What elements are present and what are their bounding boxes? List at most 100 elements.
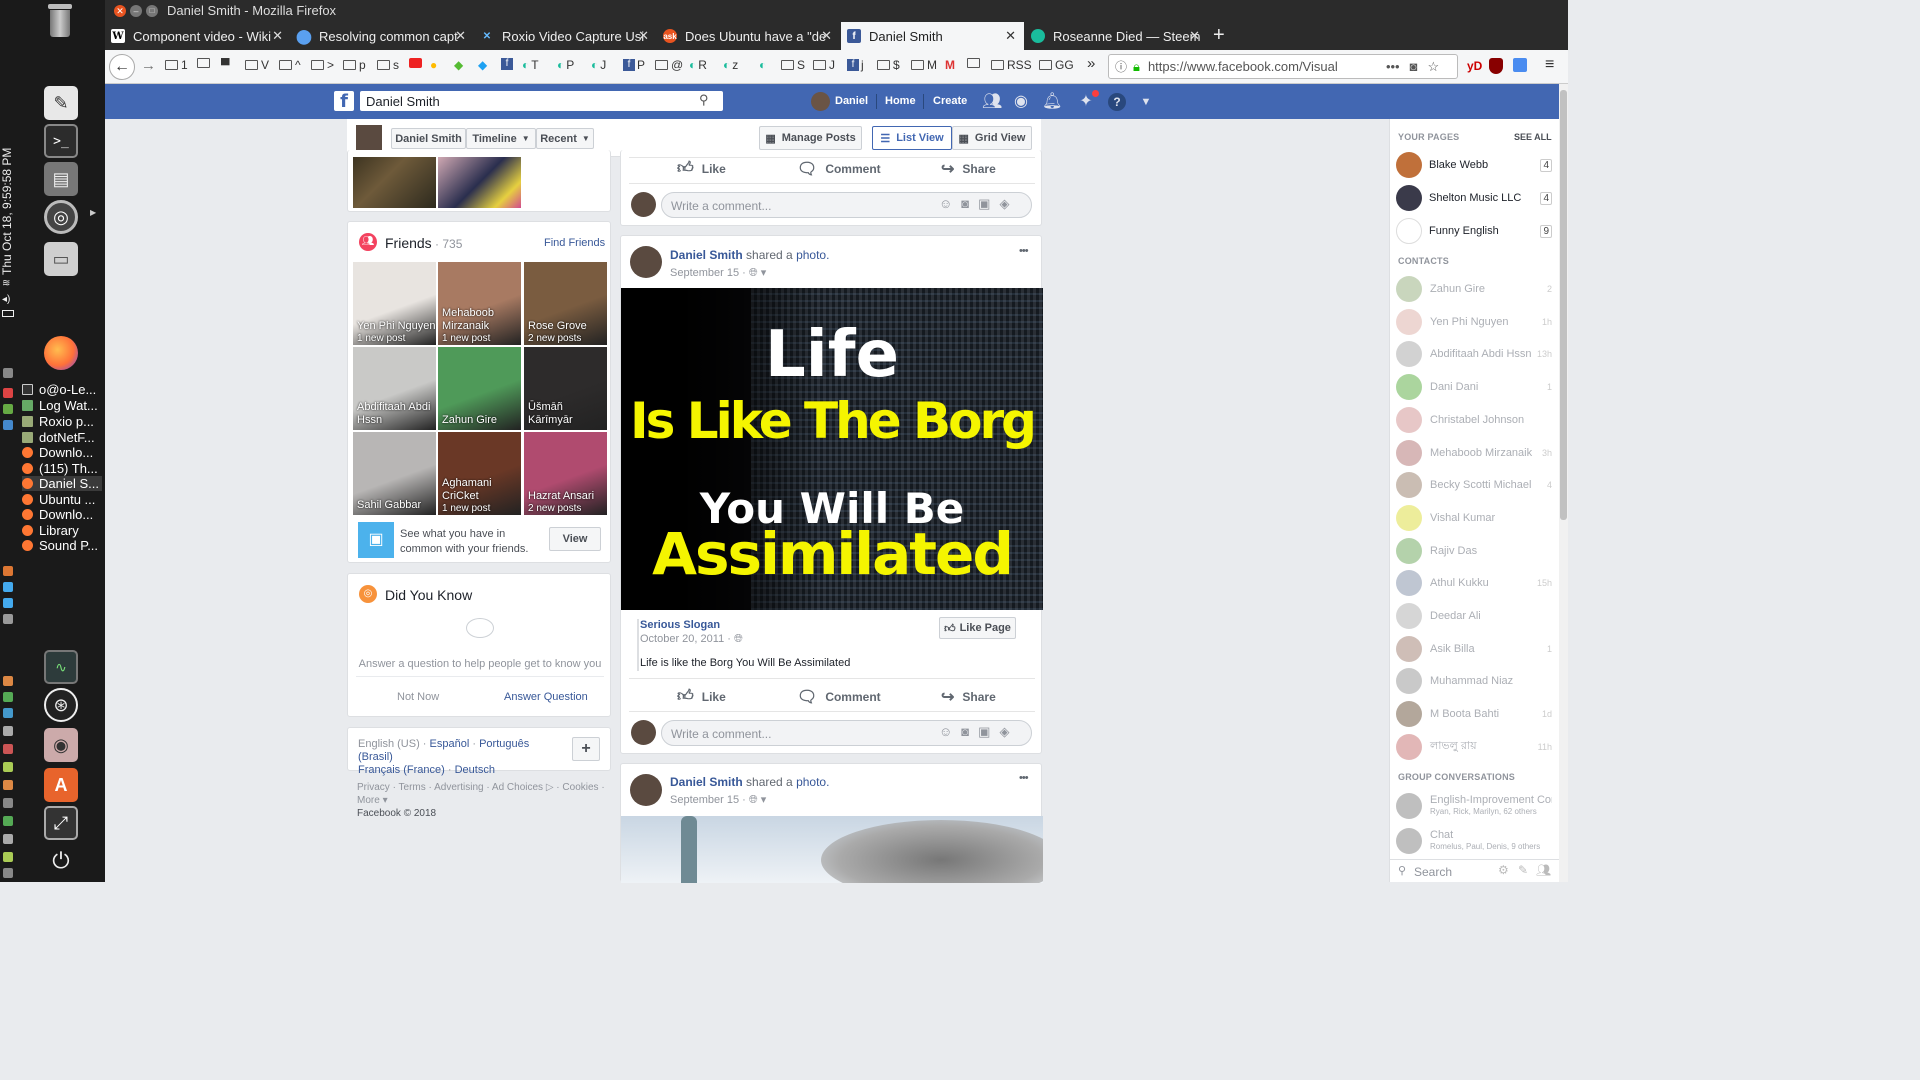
bookmark-folder[interactable]: GG (1039, 58, 1074, 72)
friend-tile[interactable]: Sahil Gabbar (353, 432, 436, 515)
tab-roxio[interactable]: ✕ Roxio Video Capture Usi ✕ (474, 22, 657, 50)
like-button[interactable]: 👍︎ Like (677, 687, 726, 706)
contact-item[interactable]: Muhammad Niaz (1396, 668, 1552, 695)
comment-button[interactable]: 🗨︎ Comment (797, 687, 881, 707)
camera-icon[interactable]: ◙ (961, 724, 978, 739)
share-button[interactable]: ↪ Share (941, 687, 996, 707)
contact-item[interactable]: Abdifitaah Abdi Hssn 13h (1396, 341, 1552, 368)
bookmark-folder[interactable]: RSS (991, 58, 1032, 72)
translate-icon[interactable] (1513, 58, 1527, 72)
dock-window-item[interactable]: Downlo... (22, 507, 93, 522)
text-editor-icon[interactable]: ✎ (44, 86, 78, 120)
settings-dropdown-icon[interactable]: ▼ (1137, 93, 1155, 111)
contact-item[interactable]: Vishal Kumar (1396, 504, 1552, 531)
terminal-icon[interactable]: >_ (44, 124, 78, 158)
post-options-button[interactable]: ••• (1019, 772, 1029, 784)
new-tab-button[interactable]: + (1213, 24, 1225, 47)
contact-item[interactable]: Asik Billa 1 (1396, 635, 1552, 662)
dock-window-item[interactable]: o@o-Le... (22, 382, 96, 397)
home-link[interactable]: Home (885, 95, 916, 107)
minimize-window-button[interactable]: – (130, 5, 142, 17)
power-icon[interactable]: ⏻ (44, 844, 78, 878)
menu-icon[interactable]: ≡ (1545, 56, 1554, 74)
contact-item[interactable]: M Boota Bahti 1d (1396, 701, 1552, 728)
page-actions-icon[interactable]: ••• (1386, 59, 1400, 74)
gif-icon[interactable]: ▣ (978, 196, 999, 211)
friend-tile[interactable]: Ūšmāñ Kārīmyār (524, 347, 607, 430)
tab-steemit[interactable]: Roseanne Died — Steem ✕ (1025, 22, 1208, 50)
timeline-name-button[interactable]: Daniel Smith (391, 128, 466, 149)
dock-window-item[interactable]: Library (22, 523, 79, 538)
file-manager-icon[interactable]: ▭ (44, 242, 78, 276)
like-page-button[interactable]: 👍︎ Like Page (939, 617, 1016, 639)
contact-item[interactable]: Christabel Johnson (1396, 406, 1552, 433)
bookmark-folder[interactable] (197, 58, 213, 68)
shared-page-name[interactable]: Serious Slogan (640, 619, 720, 631)
add-language-button[interactable]: + (572, 737, 600, 761)
scanner-icon[interactable]: ▤ (44, 162, 78, 196)
facebook-search-input[interactable]: Daniel Smith (360, 91, 723, 111)
bookmark-folder[interactable]: ^ (279, 58, 301, 72)
contact-item[interactable]: লাভলু রায় 11h (1396, 733, 1552, 760)
webcam-icon[interactable]: ◉ (44, 728, 78, 762)
volume-icon[interactable]: ◂) (2, 294, 10, 305)
footer-privacy[interactable]: Privacy (357, 782, 390, 793)
obs-icon[interactable]: ⊛ (44, 688, 78, 722)
timeline-avatar[interactable] (356, 125, 382, 151)
friend-tile[interactable]: Rose Grove 2 new posts (524, 262, 607, 345)
chat-search-input[interactable]: Search (1414, 865, 1452, 879)
maximize-window-button[interactable]: □ (146, 5, 158, 17)
footer-ad-choices[interactable]: Ad Choices (492, 782, 543, 793)
footer-more[interactable]: More (357, 795, 380, 806)
bookmark-item[interactable]: M (945, 58, 955, 72)
grid-view-button[interactable]: ▦ Grid View (952, 126, 1032, 150)
wifi-icon[interactable]: ≋ (2, 278, 10, 289)
bookmark-item[interactable]: ◐ T (522, 58, 539, 72)
ublock-icon[interactable] (1489, 58, 1503, 74)
close-tab-icon[interactable]: ✕ (821, 28, 832, 44)
friend-tile[interactable]: Yen Phi Nguyen 1 new post (353, 262, 436, 345)
close-tab-icon[interactable]: ✕ (455, 28, 466, 44)
dock-window-item[interactable]: Downlo... (22, 445, 93, 460)
friends-title[interactable]: Friends · 735 (385, 235, 462, 251)
bookmark-item[interactable]: ◐ P (557, 58, 574, 72)
dock-window-item[interactable]: (115) Th... (22, 461, 98, 476)
contact-item[interactable]: Rajiv Das (1396, 537, 1552, 564)
gif-icon[interactable]: ▣ (978, 724, 999, 739)
pocket-icon[interactable]: ◙ (1410, 59, 1418, 74)
search-icon[interactable]: ⚲ (699, 92, 709, 108)
view-common-button[interactable]: View (549, 527, 601, 551)
photo-thumbnail[interactable] (353, 157, 436, 208)
author-avatar[interactable] (630, 246, 662, 278)
dock-window-item[interactable]: Roxio p... (22, 414, 94, 429)
camera-icon[interactable]: ◙ (961, 196, 978, 211)
bookmark-folder[interactable]: V (245, 58, 269, 72)
url-bar[interactable]: ⓘ 🔒︎ https://www.facebook.com/Visual •••… (1108, 54, 1458, 79)
friend-tile[interactable]: Zahun Gire (438, 347, 521, 430)
your-page-item[interactable]: Blake Webb 4 (1396, 152, 1552, 178)
info-icon[interactable]: ⓘ (1115, 58, 1127, 75)
tab-ask-ubuntu[interactable]: ask Does Ubuntu have a "de ✕ (657, 22, 840, 50)
facebook-logo-icon[interactable]: f (334, 91, 354, 112)
emoji-icon[interactable]: ☺ (939, 196, 961, 211)
find-friends-link[interactable]: Find Friends (544, 237, 605, 249)
workspace-switcher-icon[interactable]: ⤢ (44, 806, 78, 840)
help-icon[interactable]: ? (1108, 93, 1126, 111)
chat-settings-icon[interactable]: ⚙ (1498, 863, 1509, 877)
bookmark-folder[interactable]: > (311, 58, 334, 72)
url-text[interactable]: https://www.facebook.com/Visual (1148, 59, 1378, 74)
ydl-extension-button[interactable]: yD (1467, 59, 1482, 73)
bookmark-item[interactable]: ◆ (478, 58, 487, 72)
friend-tile[interactable]: Abdifitaah Abdi Hssn (353, 347, 436, 430)
see-all-link[interactable]: SEE ALL (1514, 132, 1552, 142)
manage-posts-button[interactable]: ▦ Manage Posts (759, 126, 862, 150)
post-image[interactable]: Life Is Like The Borg You Will Be Assimi… (621, 288, 1043, 610)
bookmark-folder[interactable]: s (377, 58, 399, 72)
sticker-icon[interactable]: ◈ (999, 196, 1018, 211)
bookmark-item[interactable]: fP (623, 58, 645, 72)
language-german[interactable]: Deutsch (455, 764, 495, 776)
bookmark-folder[interactable]: $ (877, 58, 900, 72)
list-view-button[interactable]: ☰ List View (872, 126, 952, 150)
like-button[interactable]: 👍︎ Like (677, 159, 726, 178)
contact-item[interactable]: Mehaboob Mirzanaik 3h (1396, 439, 1552, 466)
